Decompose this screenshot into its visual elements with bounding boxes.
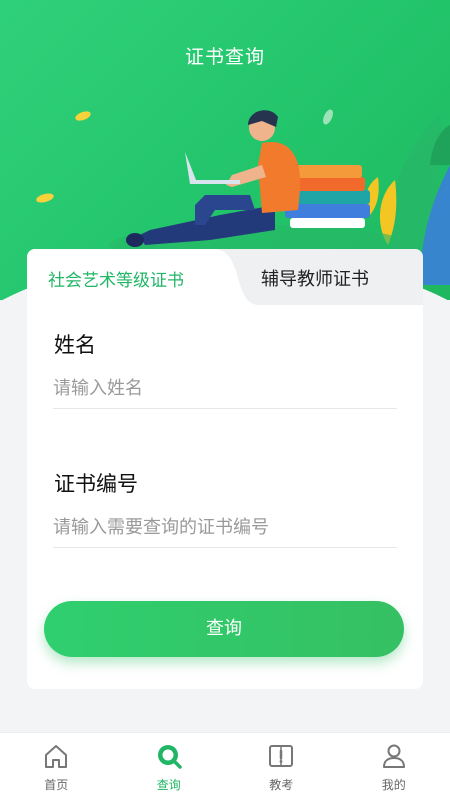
certificate-tabs: 社会艺术等级证书 辅导教师证书 (27, 249, 423, 305)
nav-item-search[interactable]: 查询 (113, 733, 226, 800)
tab-tutor-certificate[interactable]: 辅导教师证书 (261, 265, 369, 291)
query-button[interactable]: 查询 (44, 601, 404, 657)
home-icon (45, 745, 68, 768)
nav-label-home: 首页 (44, 778, 69, 792)
user-icon (382, 744, 405, 768)
bottom-navigation: 首页 查询 教考 我的 (0, 732, 450, 800)
nav-item-profile[interactable]: 我的 (338, 733, 450, 800)
nav-label-search: 查询 (156, 778, 181, 792)
tab-art-grade-certificate[interactable]: 社会艺术等级证书 (48, 266, 184, 291)
page-title: 证书查询 (184, 46, 265, 68)
nav-item-home[interactable]: 首页 (0, 733, 113, 800)
query-card: 社会艺术等级证书 辅导教师证书 姓名 证书编号 查询 (27, 249, 423, 689)
certificate-number-label: 证书编号 (54, 472, 138, 496)
nav-item-exam[interactable]: 教考 (225, 733, 338, 800)
name-input[interactable] (53, 369, 397, 409)
certificate-number-input[interactable] (53, 508, 397, 548)
book-icon (269, 745, 294, 767)
nav-label-exam: 教考 (269, 778, 294, 792)
search-icon (157, 745, 182, 769)
nav-label-profile: 我的 (381, 778, 406, 792)
name-label: 姓名 (54, 333, 96, 357)
